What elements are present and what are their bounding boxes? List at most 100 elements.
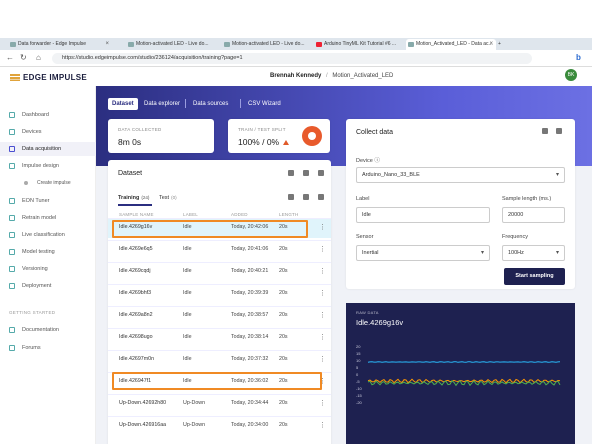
trash-icon[interactable] (542, 128, 548, 134)
avatar[interactable]: BK (565, 69, 577, 81)
close-icon[interactable]: × (105, 39, 109, 50)
frequency-select[interactable]: 100Hz ▾ (502, 245, 565, 261)
cell-added: Today, 20:41:06 (231, 246, 269, 252)
collect-data-card: Collect data Device ⓘ Arduino_Nano_33_BL… (346, 119, 575, 289)
sidebar-item-devices[interactable]: Devices (0, 125, 96, 139)
sidebar-item-eon-tuner[interactable]: EON Tuner (0, 194, 96, 208)
table-row[interactable]: Up-Down.42692h80 Up-Down Today, 20:34:44 20… (108, 394, 331, 414)
table-row[interactable]: Idle.4269bhf3 Idle Today, 20:39:39 20s ⋮ (108, 284, 331, 304)
bing-icon[interactable]: b (576, 53, 581, 62)
sidebar-item-deployment[interactable]: Deployment (0, 279, 96, 293)
logo-mark-icon (10, 74, 20, 81)
table-row[interactable]: Idle.4269cqdj Idle Today, 20:40:21 20s ⋮ (108, 262, 331, 282)
sidebar-item-forums[interactable]: Forums (0, 341, 96, 355)
tab-favicon-icon (10, 42, 16, 47)
sensor-label: Sensor (356, 234, 374, 240)
sidebar-item-data-acquisition[interactable]: Data acquisition (0, 142, 96, 156)
browser-tab[interactable]: Arduino TinyML Kit Tutorial #6 ... (314, 39, 406, 50)
sample-length-input[interactable]: 20000 (502, 207, 565, 223)
tab-dataset[interactable]: Dataset (108, 98, 138, 110)
column-header[interactable]: LENGTH (279, 212, 298, 217)
sidebar-item-live-classification[interactable]: Live classification (0, 228, 96, 242)
breadcrumb-user[interactable]: Brennah Kennedy (270, 73, 321, 79)
row-menu-icon[interactable]: ⋮ (319, 289, 326, 297)
cell-name: Idle.4269cqdj (119, 268, 151, 274)
logo-text: EDGE IMPULSE (23, 73, 88, 82)
tab-data-sources[interactable]: Data sources (189, 98, 232, 110)
row-menu-icon[interactable]: ⋮ (319, 311, 326, 319)
new-tab-button[interactable]: + (498, 39, 508, 50)
list-view-icon[interactable] (303, 194, 309, 200)
close-icon[interactable]: × (489, 39, 493, 50)
column-header[interactable]: ADDED (231, 212, 248, 217)
sidebar: Dashboard Devices Data acquisition Impul… (0, 86, 96, 444)
sidebar-item-documentation[interactable]: Documentation (0, 323, 96, 337)
browser-tab[interactable]: Motion-activated LED - Live do... (126, 39, 224, 50)
label-input[interactable]: Idle (356, 207, 490, 223)
sidebar-item-impulse-design[interactable]: Impulse design (0, 159, 96, 173)
tab-data-explorer[interactable]: Data explorer (140, 98, 184, 110)
cell-length: 20s (279, 400, 288, 406)
sidebar-item-model-testing[interactable]: Model testing (0, 245, 96, 259)
cloud-upload-icon[interactable] (303, 170, 309, 176)
row-menu-icon[interactable]: ⋮ (319, 267, 326, 275)
table-row[interactable]: Idle.42698ugo Idle Today, 20:38:14 20s ⋮ (108, 328, 331, 348)
back-icon[interactable]: ← (6, 53, 14, 62)
section-heading: GETTING STARTED (9, 310, 56, 315)
dot-icon (24, 181, 28, 185)
upload-icon[interactable] (288, 170, 294, 176)
connect-icon[interactable] (556, 128, 562, 134)
youtube-icon (316, 42, 322, 47)
cell-added: Today, 20:37:32 (231, 356, 269, 362)
browser-tab-active[interactable]: Motion_Activated_LED - Data ac... × (406, 39, 496, 50)
row-menu-icon[interactable]: ⋮ (319, 333, 326, 341)
logo[interactable]: EDGE IMPULSE (10, 73, 87, 82)
table-row[interactable]: Idle.4269e6q5 Idle Today, 20:41:06 20s ⋮ (108, 240, 331, 260)
sidebar-item-label: Retrain model (22, 215, 57, 221)
device-label: Device ⓘ (356, 156, 380, 164)
sidebar-item-retrain-model[interactable]: Retrain model (0, 211, 96, 225)
table-row[interactable]: Idle.4269a8n2 Idle Today, 20:38:57 20s ⋮ (108, 306, 331, 326)
warning-icon[interactable] (283, 140, 290, 145)
sample-length-label: Sample length (ms.) (502, 196, 552, 202)
device-select[interactable]: Arduino_Nano_33_BLE ▾ (356, 167, 565, 183)
cell-label: Idle (183, 312, 192, 318)
row-menu-icon[interactable]: ⋮ (319, 399, 326, 407)
table-row[interactable]: Up-Down.426916aa Up-Down Today, 20:34:00 20… (108, 416, 331, 436)
tab-training[interactable]: Training (24) (118, 195, 153, 206)
table-row[interactable]: Idle.42697m0n Idle Today, 20:37:32 20s ⋮ (108, 350, 331, 370)
device-value: Arduino_Nano_33_BLE (362, 172, 420, 178)
breadcrumb-project[interactable]: Motion_Activated_LED (332, 73, 393, 79)
cell-added: Today, 20:34:00 (231, 422, 269, 428)
export-icon[interactable] (318, 170, 324, 176)
row-menu-icon[interactable]: ⋮ (319, 223, 326, 231)
tab-label: Motion-activated LED - Live do... (232, 41, 305, 47)
sidebar-item-label: Create impulse (37, 180, 71, 186)
cell-name: Idle.42698ugo (119, 334, 153, 340)
cell-label: Idle (183, 246, 192, 252)
column-header[interactable]: SAMPLE NAME (119, 212, 154, 217)
home-icon[interactable]: ⌂ (36, 53, 41, 62)
tab-training-label: Training (118, 195, 140, 201)
raw-data-plot (367, 361, 561, 387)
tab-test[interactable]: Test (0) (159, 195, 177, 201)
browser-tab[interactable]: Data forwarder - Edge Impulse × (8, 39, 112, 50)
row-menu-icon[interactable]: ⋮ (319, 245, 326, 253)
sidebar-item-versioning[interactable]: Versioning (0, 262, 96, 276)
help-icon[interactable]: ⓘ (374, 158, 380, 164)
forums-icon (9, 345, 15, 351)
column-header[interactable]: LABEL (183, 212, 198, 217)
sensor-select[interactable]: Inertial ▾ (356, 245, 490, 261)
sidebar-item-create-impulse[interactable]: Create impulse (0, 176, 96, 190)
tab-csv-wizard[interactable]: CSV Wizard (244, 98, 285, 110)
row-menu-icon[interactable]: ⋮ (319, 355, 326, 363)
browser-tab[interactable]: Motion-activated LED - Live do... (222, 39, 314, 50)
start-sampling-button[interactable]: Start sampling (504, 268, 565, 285)
more-icon[interactable] (318, 194, 324, 200)
refresh-icon[interactable]: ↻ (20, 53, 27, 62)
cell-name: Idle.4269a8n2 (119, 312, 153, 318)
sidebar-item-dashboard[interactable]: Dashboard (0, 108, 96, 122)
url-input[interactable]: https://studio.edgeimpulse.com/studio/23… (52, 53, 532, 64)
row-menu-icon[interactable]: ⋮ (319, 421, 326, 429)
filter-icon[interactable] (288, 194, 294, 200)
